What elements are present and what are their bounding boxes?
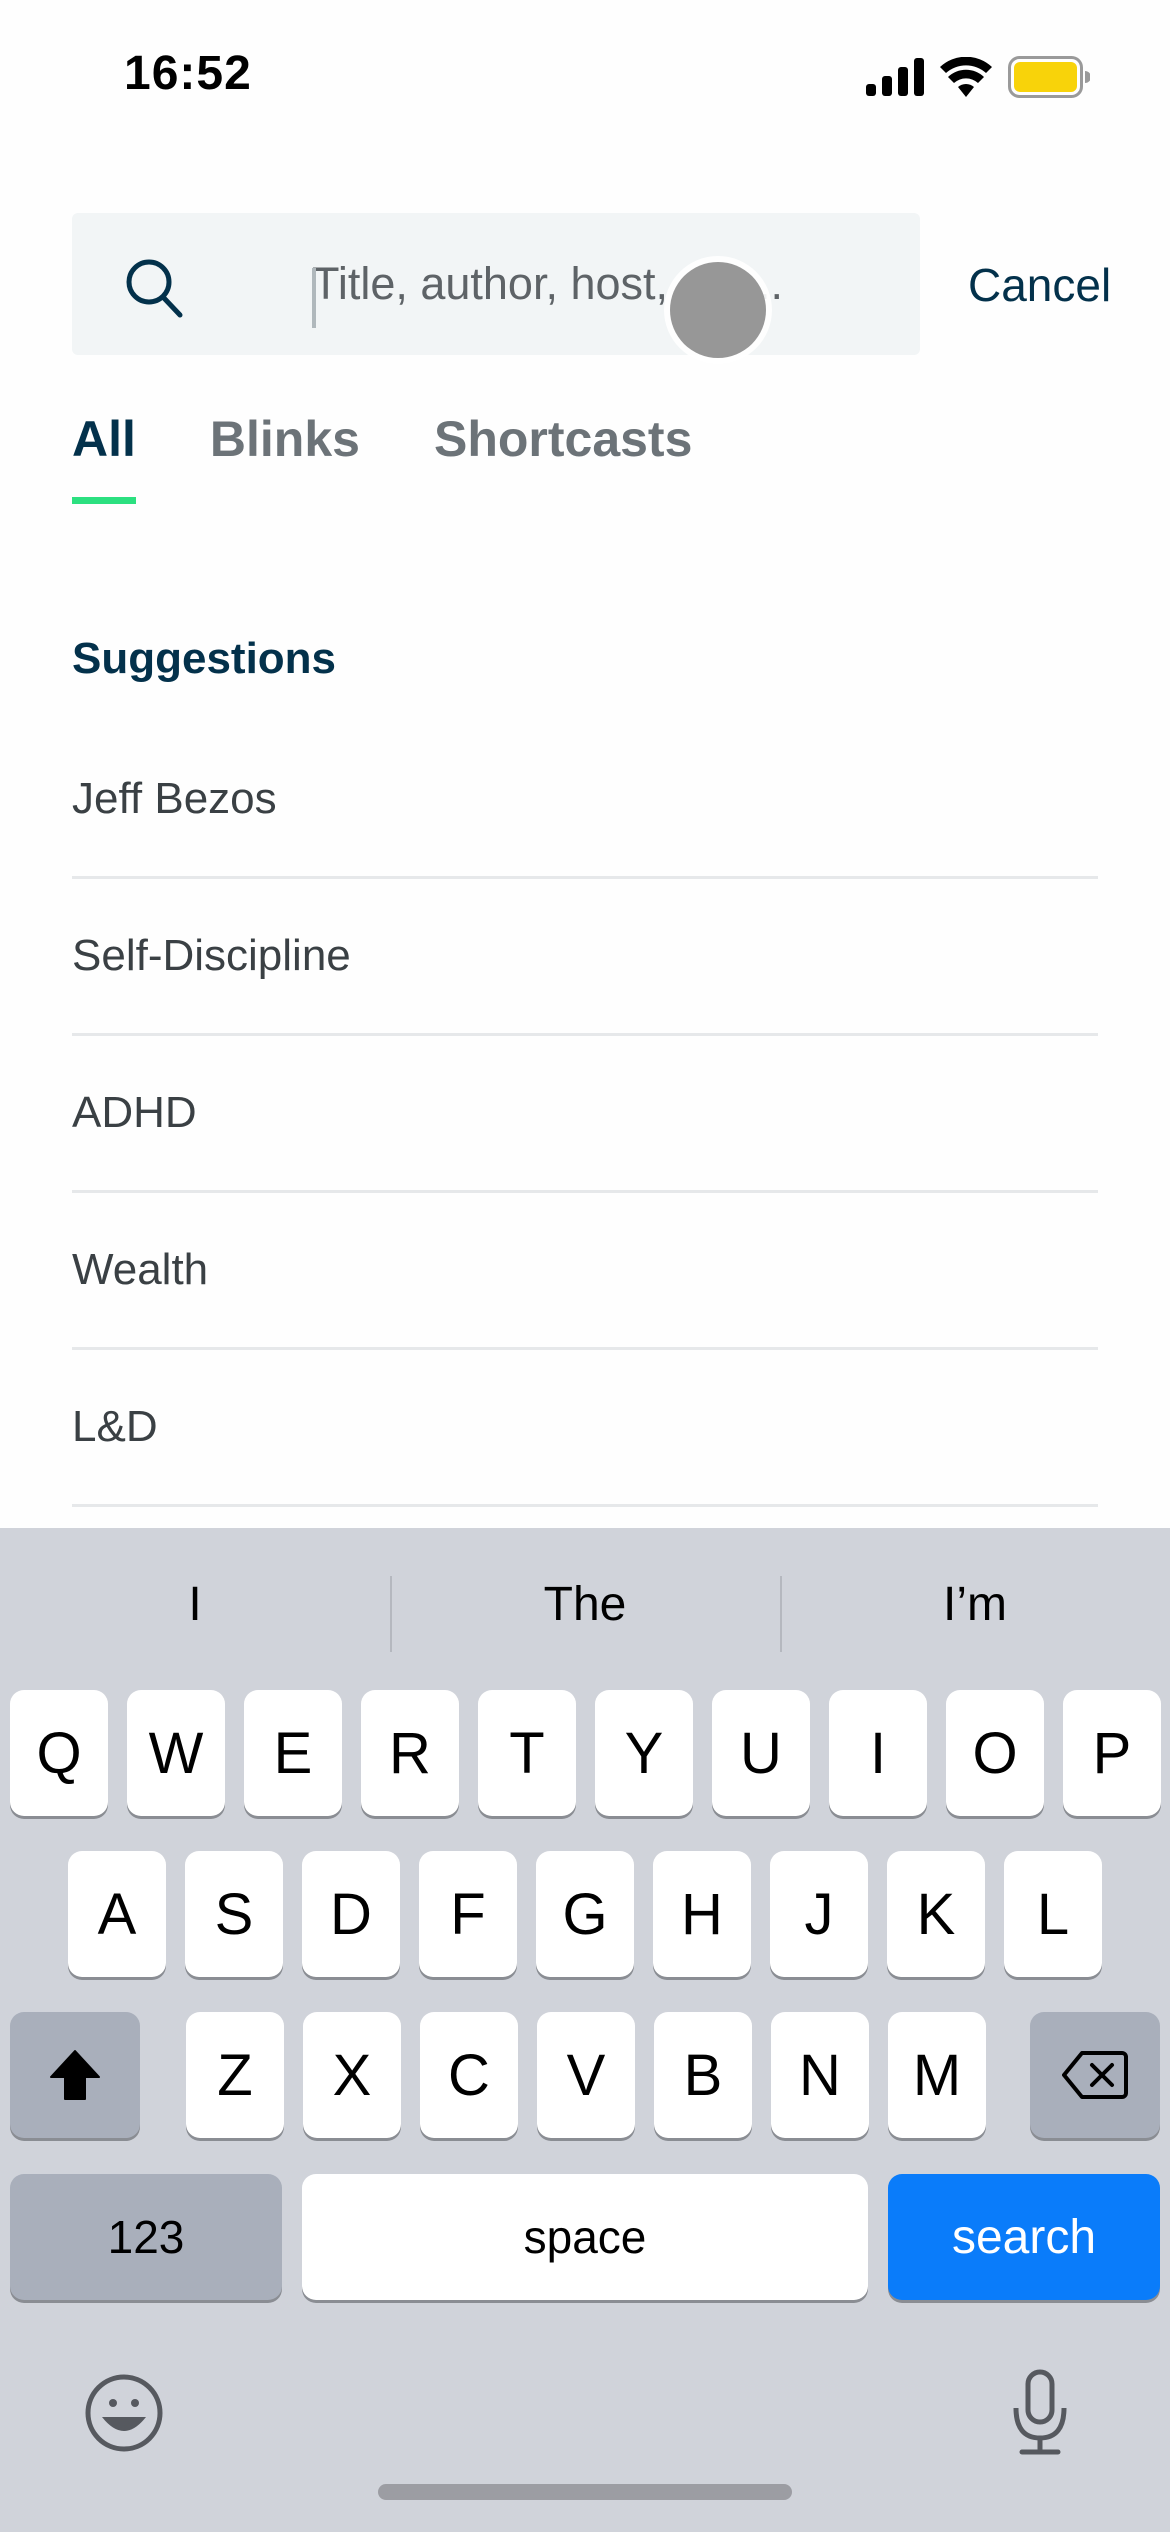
key-o[interactable]: O xyxy=(946,1690,1044,1816)
key-j[interactable]: J xyxy=(770,1851,868,1977)
key-n[interactable]: N xyxy=(771,2012,869,2138)
prediction-bar: I The I’m xyxy=(0,1528,1170,1680)
cancel-button[interactable]: Cancel xyxy=(968,258,1111,312)
status-icons xyxy=(866,56,1090,98)
tab-shortcasts[interactable]: Shortcasts xyxy=(434,410,692,504)
numbers-key[interactable]: 123 xyxy=(10,2174,282,2300)
status-bar: 16:52 xyxy=(0,0,1170,150)
wifi-icon xyxy=(940,57,992,97)
key-h[interactable]: H xyxy=(653,1851,751,1977)
space-key[interactable]: space xyxy=(302,2174,868,2300)
shift-arrow-icon xyxy=(50,2050,100,2100)
key-v[interactable]: V xyxy=(537,2012,635,2138)
key-r[interactable]: R xyxy=(361,1690,459,1816)
key-p[interactable]: P xyxy=(1063,1690,1161,1816)
key-a[interactable]: A xyxy=(68,1851,166,1977)
key-d[interactable]: D xyxy=(302,1851,400,1977)
suggestion-item[interactable]: L&D xyxy=(72,1350,1098,1507)
status-time: 16:52 xyxy=(124,47,252,100)
microphone-icon[interactable] xyxy=(1000,2368,1080,2458)
home-indicator[interactable] xyxy=(378,2484,792,2500)
key-w[interactable]: W xyxy=(127,1690,225,1816)
search-icon xyxy=(126,259,183,318)
search-input[interactable] xyxy=(240,213,880,355)
tab-all[interactable]: All xyxy=(72,410,136,504)
suggestion-item[interactable]: ADHD xyxy=(72,1036,1098,1193)
suggestion-item[interactable]: Self-Discipline xyxy=(72,879,1098,1036)
suggestions-heading: Suggestions xyxy=(72,634,337,683)
key-m[interactable]: M xyxy=(888,2012,986,2138)
key-g[interactable]: G xyxy=(536,1851,634,1977)
touch-indicator xyxy=(670,262,766,358)
backspace-icon xyxy=(1062,2051,1128,2099)
text-caret xyxy=(312,268,316,328)
key-z[interactable]: Z xyxy=(186,2012,284,2138)
battery-icon xyxy=(1008,56,1090,98)
key-u[interactable]: U xyxy=(712,1690,810,1816)
prediction-item[interactable]: The xyxy=(390,1528,780,1680)
key-l[interactable]: L xyxy=(1004,1851,1102,1977)
key-b[interactable]: B xyxy=(654,2012,752,2138)
suggestion-list: Jeff Bezos Self-Discipline ADHD Wealth L… xyxy=(72,722,1098,1507)
key-c[interactable]: C xyxy=(420,2012,518,2138)
prediction-item[interactable]: I xyxy=(0,1528,390,1680)
key-t[interactable]: T xyxy=(478,1690,576,1816)
prediction-item[interactable]: I’m xyxy=(780,1528,1170,1680)
tab-blinks[interactable]: Blinks xyxy=(210,410,360,504)
keyboard: I The I’m QWERTYUIOP ASDFGHJKL ZXCVBNM 1… xyxy=(0,1528,1170,2532)
search-key[interactable]: search xyxy=(888,2174,1160,2300)
key-s[interactable]: S xyxy=(185,1851,283,1977)
emoji-icon[interactable] xyxy=(84,2373,164,2453)
key-y[interactable]: Y xyxy=(595,1690,693,1816)
key-q[interactable]: Q xyxy=(10,1690,108,1816)
key-k[interactable]: K xyxy=(887,1851,985,1977)
shift-key[interactable] xyxy=(10,2012,140,2138)
cellular-signal-icon xyxy=(866,58,924,96)
key-i[interactable]: I xyxy=(829,1690,927,1816)
key-x[interactable]: X xyxy=(303,2012,401,2138)
backspace-key[interactable] xyxy=(1030,2012,1160,2138)
key-f[interactable]: F xyxy=(419,1851,517,1977)
key-e[interactable]: E xyxy=(244,1690,342,1816)
suggestion-item[interactable]: Jeff Bezos xyxy=(72,722,1098,879)
search-box[interactable] xyxy=(72,213,920,355)
filter-tabs: All Blinks Shortcasts xyxy=(72,410,692,504)
suggestion-item[interactable]: Wealth xyxy=(72,1193,1098,1350)
